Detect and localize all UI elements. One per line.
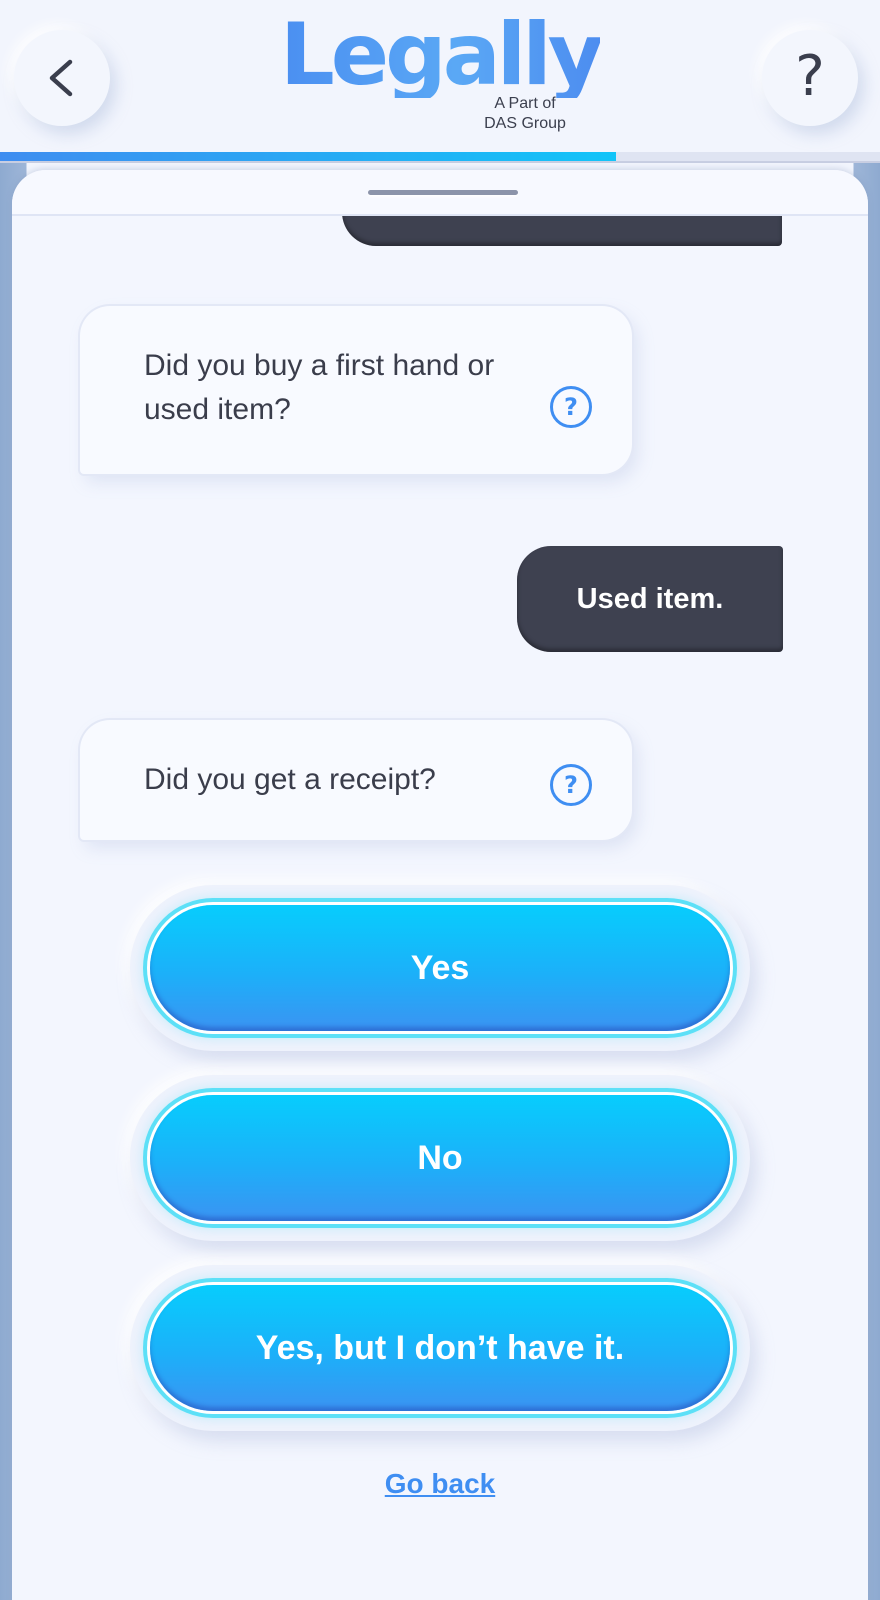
card-header xyxy=(12,170,868,216)
bot-message-text: Did you get a receipt? xyxy=(144,763,436,796)
app-header: Legally A Part of DAS Group ? xyxy=(0,0,880,163)
answer-option: No xyxy=(130,1075,750,1241)
go-back-link[interactable]: Go back xyxy=(12,1468,868,1500)
answer-option: Yes, but I don’t have it. xyxy=(130,1265,750,1431)
logo-subtitle: A Part of DAS Group xyxy=(460,94,590,134)
answer-yes-no-receipt-button[interactable]: Yes, but I don’t have it. xyxy=(150,1285,730,1411)
drag-handle[interactable] xyxy=(368,190,518,195)
logo-subtitle-line1: A Part of xyxy=(494,95,556,112)
logo-wordmark: Legally xyxy=(280,5,604,105)
progress-bar-fill xyxy=(0,152,616,161)
progress-bar xyxy=(0,152,880,163)
back-button[interactable] xyxy=(14,30,110,126)
legally-logo: Legally A Part of DAS Group xyxy=(280,5,604,136)
answer-option: Yes xyxy=(130,885,750,1051)
circle-question-icon[interactable]: ? xyxy=(550,764,592,806)
logo-subtitle-line2: DAS Group xyxy=(484,115,566,132)
help-button[interactable]: ? xyxy=(762,30,858,126)
user-message-text: Used item. xyxy=(576,582,724,615)
bot-message-bubble: Did you get a receipt? ? xyxy=(80,720,632,840)
answer-yes-button[interactable]: Yes xyxy=(150,905,730,1031)
user-message-bubble: Used item. xyxy=(517,546,783,652)
bot-message-text: Did you buy a first hand or used item? xyxy=(144,349,495,426)
answer-no-button[interactable]: No xyxy=(150,1095,730,1221)
chevron-left-icon xyxy=(49,59,73,97)
bot-message-bubble: Did you buy a first hand or used item? ? xyxy=(80,306,632,474)
chat-card: Did you buy a first hand or used item? ?… xyxy=(12,170,868,1600)
question-mark-icon: ? xyxy=(795,44,825,109)
circle-question-icon[interactable]: ? xyxy=(550,386,592,428)
